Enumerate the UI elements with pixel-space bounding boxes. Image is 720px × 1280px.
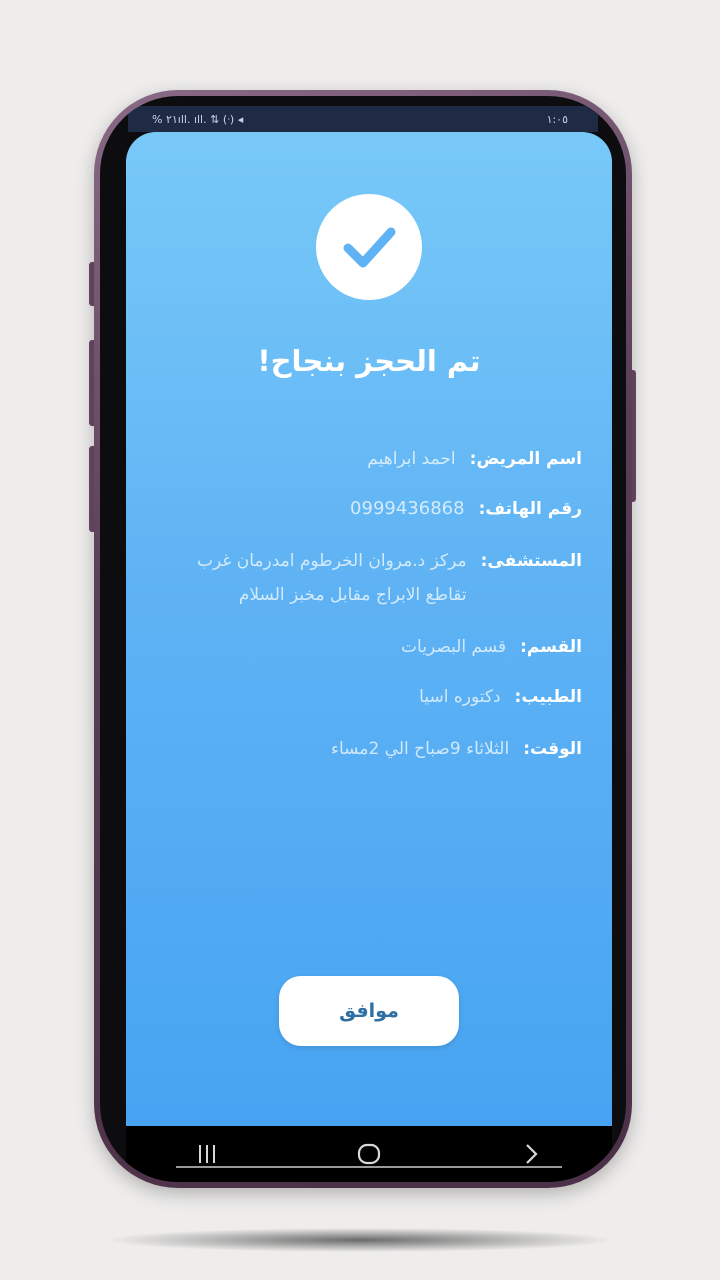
phone-shadow — [110, 1228, 610, 1252]
doctor-label: الطبيب: — [514, 687, 582, 707]
department-value: قسم البصريات — [401, 637, 507, 657]
check-icon — [316, 194, 422, 300]
hospital-label: المستشفى: — [480, 551, 582, 571]
doctor-value: دكتوره اسيا — [419, 687, 501, 707]
phone-number-value: 0999436868 — [350, 498, 465, 519]
time-label: الوقت: — [523, 739, 582, 759]
department-row: القسم: قسم البصريات — [156, 630, 582, 664]
phone-frame: %٢١ ‏ıll. ıll. ⇅ (ᐧ) ◂ ١:٠٥ !تم الحجز بن… — [94, 90, 632, 1188]
back-icon[interactable] — [501, 1134, 561, 1174]
phone-bezel: %٢١ ‏ıll. ıll. ⇅ (ᐧ) ◂ ١:٠٥ !تم الحجز بن… — [100, 96, 626, 1182]
department-label: القسم: — [520, 637, 582, 657]
recent-apps-icon[interactable] — [177, 1134, 237, 1174]
hospital-value: مركز د.مروان الخرطوم امدرمان غرب تقاطع ا… — [197, 551, 467, 605]
patient-name-label: اسم المريض: — [469, 449, 582, 469]
hospital-row: المستشفى: مركز د.مروان الخرطوم امدرمان غ… — [156, 544, 582, 612]
status-bar: %٢١ ‏ıll. ıll. ⇅ (ᐧ) ◂ ١:٠٥ — [128, 106, 598, 132]
ok-button[interactable]: موافق — [279, 976, 459, 1046]
patient-name-row: اسم المريض: احمد ابراهيم — [156, 442, 582, 476]
dialog-title: !تم الحجز بنجاح — [257, 344, 481, 378]
nav-gesture-line — [176, 1166, 562, 1168]
home-icon[interactable] — [339, 1134, 399, 1174]
phone-number-row: رقم الهاتف: 0999436868 — [156, 492, 582, 526]
phone-number-label: رقم الهاتف: — [478, 499, 582, 519]
status-clock: ١:٠٥ — [546, 112, 568, 126]
system-nav-bar — [126, 1126, 612, 1182]
patient-name-value: احمد ابراهيم — [367, 449, 456, 469]
mockup-stage: %٢١ ‏ıll. ıll. ⇅ (ᐧ) ◂ ١:٠٥ !تم الحجز بن… — [0, 0, 720, 1280]
time-row: الوقت: الثلاثاء 9صباح الي 2مساء — [156, 732, 582, 766]
status-signal-indicators: %٢١ ‏ıll. ıll. ⇅ (ᐧ) ◂ — [152, 112, 244, 126]
time-value: الثلاثاء 9صباح الي 2مساء — [330, 739, 510, 759]
success-dialog: !تم الحجز بنجاح اسم المريض: احمد ابراهيم… — [126, 132, 612, 1126]
doctor-row: الطبيب: دكتوره اسيا — [156, 680, 582, 714]
